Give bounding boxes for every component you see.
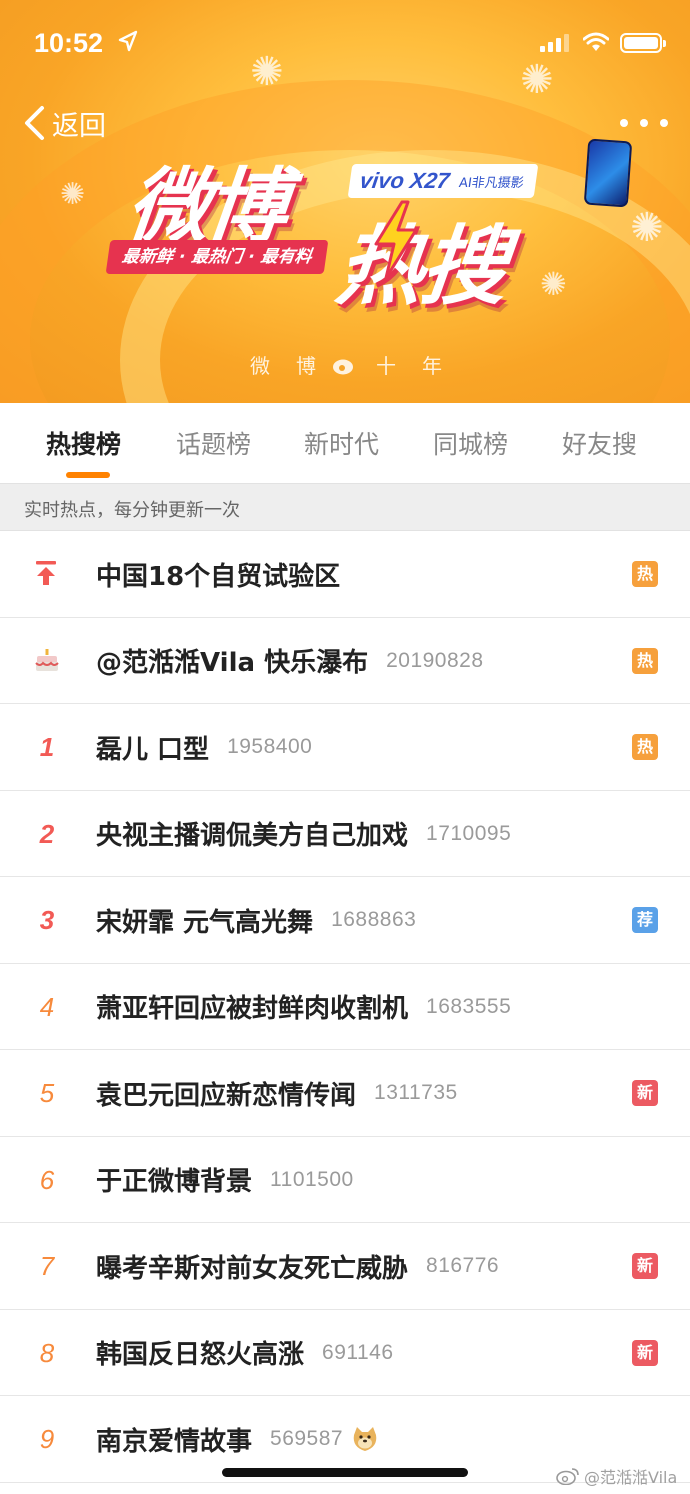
status-bar: 10:52: [0, 0, 690, 86]
firework-decoration: ✺: [60, 177, 86, 212]
signal-icon: [540, 34, 569, 52]
tab-local[interactable]: 同城榜: [433, 425, 508, 461]
new-badge: 新: [632, 1339, 658, 1366]
decade-right-text: 十年: [376, 354, 468, 378]
new-badge: 新: [632, 1080, 658, 1106]
search-count: 691146: [322, 1340, 394, 1364]
sponsor-brand: vivo X27: [358, 168, 452, 193]
sponsor-badge[interactable]: vivo X27 AI非凡摄影: [347, 164, 539, 198]
list-item[interactable]: 7 曝考辛斯对前女友死亡威胁 816776 新: [0, 1223, 690, 1310]
list-item-title: 中国18个自贸试验区: [96, 561, 341, 592]
back-button[interactable]: 返回: [22, 100, 106, 146]
search-count: 816776: [426, 1254, 500, 1277]
search-count: 1688863: [331, 908, 417, 931]
list-item-title: 曝考辛斯对前女友死亡威胁: [96, 1253, 409, 1284]
back-label: 返回: [52, 110, 106, 142]
firework-decoration: ✺: [630, 205, 664, 251]
hot-search-list: 中国18个自贸试验区 热 @范湉湉Vila 快乐瀑布 20190828 热 1 …: [0, 531, 690, 1483]
search-count: 569587: [270, 1427, 344, 1450]
rank-number: 3: [39, 905, 55, 935]
more-dots-icon: [660, 119, 668, 127]
rank-number: 8: [39, 1337, 55, 1368]
phone-image: [583, 138, 633, 208]
weibo-logo-icon: [556, 1468, 579, 1485]
watermark-text: @范湉湉Vila: [584, 1468, 678, 1487]
list-item-title: 袁巴元回应新恋情传闻: [96, 1080, 357, 1111]
more-options-button[interactable]: [620, 110, 668, 136]
recommend-badge: 荐: [632, 907, 658, 933]
rank-number: 2: [39, 818, 55, 849]
tab-new-era[interactable]: 新时代: [304, 425, 379, 461]
doge-emoji-icon: [353, 1427, 377, 1451]
rank-number: 7: [39, 1251, 55, 1281]
list-item-title: 磊儿 口型: [96, 734, 210, 765]
weibo-eye-icon: [333, 359, 353, 374]
list-item-title: 于正微博背景: [96, 1167, 253, 1197]
ranking-tabs: 热搜榜 话题榜 新时代 同城榜 好友搜: [0, 403, 690, 483]
active-tab-indicator: [66, 472, 110, 478]
watermark: @范湉湉Vila: [556, 1464, 677, 1488]
list-item[interactable]: 6 于正微博背景 1101500: [0, 1136, 690, 1223]
sponsor-subtitle: AI非凡摄影: [457, 175, 525, 191]
list-item[interactable]: 2 央视主播调侃美方自己加戏 1710095: [0, 790, 690, 877]
tab-hot-search[interactable]: 热搜榜: [46, 425, 121, 461]
list-item-title: @范湉湉Vila 快乐瀑布: [96, 648, 369, 678]
more-dots-icon: [640, 119, 648, 127]
home-indicator[interactable]: [222, 1468, 468, 1477]
list-item-title: 韩国反日怒火高涨: [96, 1340, 305, 1370]
list-item-title: 萧亚轩回应被封鲜肉收割机: [96, 994, 409, 1024]
list-item-title: 南京爱情故事: [96, 1426, 253, 1457]
list-item[interactable]: 1 磊儿 口型 1958400 热: [0, 704, 690, 791]
hot-badge: 热: [632, 734, 658, 760]
more-dots-icon: [620, 119, 628, 127]
realtime-info-text: 实时热点，每分钟更新一次: [24, 500, 240, 521]
decade-left-text: 微博: [250, 354, 342, 378]
rank-number: 1: [39, 732, 55, 762]
tab-friends[interactable]: 好友搜: [562, 425, 637, 461]
list-item[interactable]: 中国18个自贸试验区 热: [0, 531, 690, 618]
hot-badge: 热: [632, 561, 658, 587]
rank-number: 4: [39, 991, 55, 1022]
rank-number: 5: [39, 1078, 55, 1108]
pin-top-icon: [36, 561, 56, 585]
search-count: 1683555: [426, 994, 512, 1018]
list-item[interactable]: 8 韩国反日怒火高涨 691146 新: [0, 1309, 690, 1396]
hot-badge: 热: [632, 647, 658, 674]
lightning-bolt-icon: [374, 200, 418, 280]
list-item[interactable]: 4 萧亚轩回应被封鲜肉收割机 1683555: [0, 963, 690, 1050]
banner-slogan: 最新鲜 · 最热门 · 最有料: [105, 240, 328, 274]
search-count: 20190828: [386, 648, 484, 672]
search-count: 1710095: [426, 821, 512, 845]
header-banner: ✺ ✺ ✺ ✺ ✺ 10:52 返回 微博 热搜 最新鲜 · 最热门 · 最有料…: [0, 0, 690, 403]
battery-icon: [620, 33, 666, 53]
list-item-title: 宋妍霏 元气高光舞: [96, 907, 314, 938]
rank-number: 6: [39, 1164, 55, 1195]
list-item[interactable]: 3 宋妍霏 元气高光舞 1688863 荐: [0, 877, 690, 964]
firework-decoration: ✺: [540, 265, 567, 303]
rank-number: 9: [39, 1424, 55, 1454]
search-count: 1958400: [227, 735, 313, 758]
list-item[interactable]: 5 袁巴元回应新恋情传闻 1311735 新: [0, 1050, 690, 1137]
status-time: 10:52: [34, 28, 104, 58]
weibo-decade-mark: 微博 十年: [250, 350, 468, 379]
location-arrow-icon: [118, 30, 138, 52]
tab-topics[interactable]: 话题榜: [176, 425, 251, 461]
chevron-left-icon: [25, 106, 44, 140]
list-item-title: 央视主播调侃美方自己加戏: [96, 821, 409, 851]
wifi-icon: [583, 32, 609, 51]
realtime-info-strip: 实时热点，每分钟更新一次: [0, 483, 690, 531]
list-item[interactable]: @范湉湉Vila 快乐瀑布 20190828 热: [0, 617, 690, 704]
search-count: 1101500: [270, 1167, 354, 1191]
birthday-cake-icon: [35, 648, 59, 671]
search-count: 1311735: [374, 1081, 458, 1104]
new-badge: 新: [632, 1253, 658, 1279]
